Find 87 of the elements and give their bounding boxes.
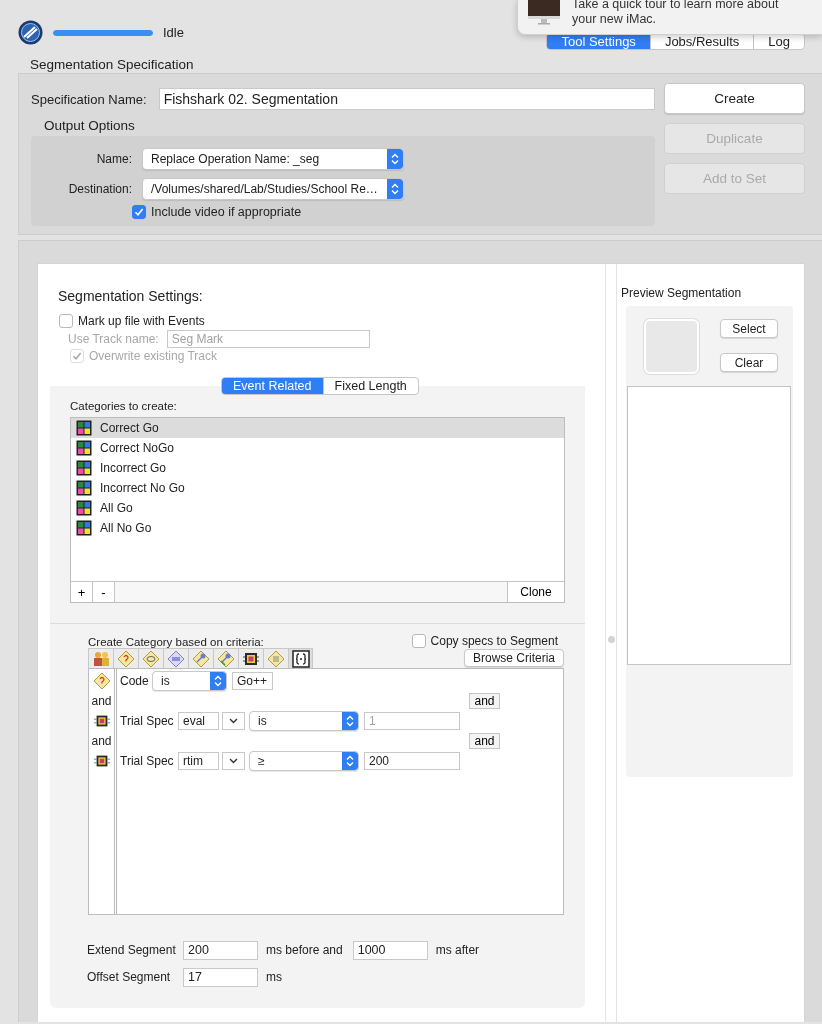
category-icon	[76, 460, 92, 476]
value-field[interactable]: 200	[364, 752, 460, 770]
category-item[interactable]: All Go	[71, 498, 564, 518]
field-label: Offset Segment	[87, 970, 172, 984]
category-icon	[76, 440, 92, 456]
section-title: Segmentation Specification	[29, 57, 195, 73]
category-name: Correct Go	[100, 421, 159, 435]
category-item[interactable]: Correct Go	[71, 418, 564, 438]
category-name: Incorrect No Go	[100, 481, 185, 495]
chip-diamond-icon[interactable]	[166, 648, 186, 669]
field-label: Use Track name:	[68, 331, 159, 346]
dropdown-button[interactable]	[222, 752, 245, 770]
connector-text: and	[91, 734, 112, 748]
offset-field[interactable]: 17	[183, 967, 258, 987]
app-logo-icon	[18, 20, 43, 45]
popup-button[interactable]: is	[152, 671, 227, 691]
segment-tab[interactable]: Event Related	[222, 378, 323, 394]
dropdown-button[interactable]	[222, 712, 245, 730]
category-name: Incorrect Go	[100, 461, 167, 475]
checkbox-label: Include video if appropriate	[151, 205, 302, 219]
popup-button[interactable]: /Volumes/shared/Lab/Studies/School Re…	[142, 178, 404, 200]
action-button[interactable]: Create	[664, 83, 805, 114]
checkbox[interactable]	[132, 205, 146, 219]
popup-button[interactable]: Replace Operation Name: _seg	[142, 148, 404, 170]
criteria-title: Create Category based on criteria:	[88, 636, 264, 648]
ellipse-diamond-icon[interactable]	[141, 648, 161, 669]
category-icon	[76, 500, 92, 516]
category-name: Correct NoGo	[100, 441, 175, 455]
updown-icon	[391, 183, 399, 195]
category-icon	[76, 420, 92, 436]
preview-thumbnail	[644, 319, 699, 374]
section-title: Segmentation Settings:	[57, 288, 204, 306]
field-label: Specification Name:	[31, 91, 147, 107]
and-button[interactable]: and	[469, 693, 500, 709]
checkbox[interactable]	[59, 314, 73, 328]
field-label: Name:	[95, 152, 133, 166]
clone-button[interactable]: Clone	[507, 582, 564, 602]
updown-icon	[346, 755, 354, 767]
category-item[interactable]: Incorrect Go	[71, 458, 564, 478]
spec-field[interactable]: rtim	[178, 752, 219, 770]
popup-button[interactable]: ≥	[249, 751, 359, 771]
key-diamond-icon[interactable]	[216, 648, 236, 669]
group-title: Output Options	[43, 117, 136, 135]
checkbox[interactable]	[411, 634, 426, 648]
question-diamond-icon	[91, 671, 112, 691]
category-name: All Go	[100, 501, 133, 515]
category-item[interactable]: Incorrect No Go	[71, 478, 564, 498]
browse-criteria-button[interactable]: Browse Criteria	[464, 649, 564, 667]
checkbox-label: Copy specs to Segment	[430, 634, 558, 648]
split-handle[interactable]	[608, 636, 615, 643]
add-button[interactable]: +	[71, 582, 93, 602]
criterion-label: Trial Spec	[119, 754, 175, 768]
category-icon	[76, 480, 92, 496]
updown-icon	[214, 675, 222, 687]
preview-button[interactable]: Clear	[720, 353, 778, 372]
criterion-label: Code	[119, 674, 150, 688]
checkbox-label: Mark up file with Events	[78, 314, 205, 328]
before-field[interactable]: 200	[183, 940, 258, 960]
unit-label: ms before and	[266, 943, 343, 957]
updown-icon	[391, 153, 399, 165]
category-name: All No Go	[100, 521, 152, 535]
field-label: Extend Segment	[87, 943, 177, 957]
field-label: Destination:	[67, 182, 133, 196]
category-item[interactable]: Correct NoGo	[71, 438, 564, 458]
unit-label: ms after	[435, 943, 480, 957]
segment-tab[interactable]: Fixed Length	[322, 378, 418, 394]
and-button[interactable]: and	[469, 733, 500, 749]
braces-icon[interactable]	[290, 648, 311, 669]
category-item[interactable]: All No Go	[71, 518, 564, 538]
key-diamond-icon[interactable]	[191, 648, 211, 669]
checkbox-label: Overwrite existing Track	[89, 349, 218, 363]
after-field[interactable]: 1000	[352, 940, 428, 960]
value-field[interactable]: Go++	[232, 672, 273, 690]
name-field[interactable]: Fishshark 02. Segmentation	[158, 88, 655, 110]
question-diamond-icon[interactable]	[116, 648, 136, 669]
list-title: Categories to create:	[69, 400, 178, 414]
category-icon	[76, 520, 92, 536]
chevron-down-icon	[229, 718, 238, 724]
criterion-label: Trial Spec	[119, 714, 175, 728]
remove-button[interactable]: -	[93, 582, 115, 602]
chevron-down-icon	[229, 758, 238, 764]
updown-icon	[346, 715, 354, 727]
notification-text: your new iMac.	[572, 12, 658, 27]
status-text: Idle	[163, 25, 184, 40]
unit-label: ms	[266, 970, 282, 984]
connector-text: and	[91, 694, 112, 708]
preview-button[interactable]: Select	[720, 319, 778, 338]
